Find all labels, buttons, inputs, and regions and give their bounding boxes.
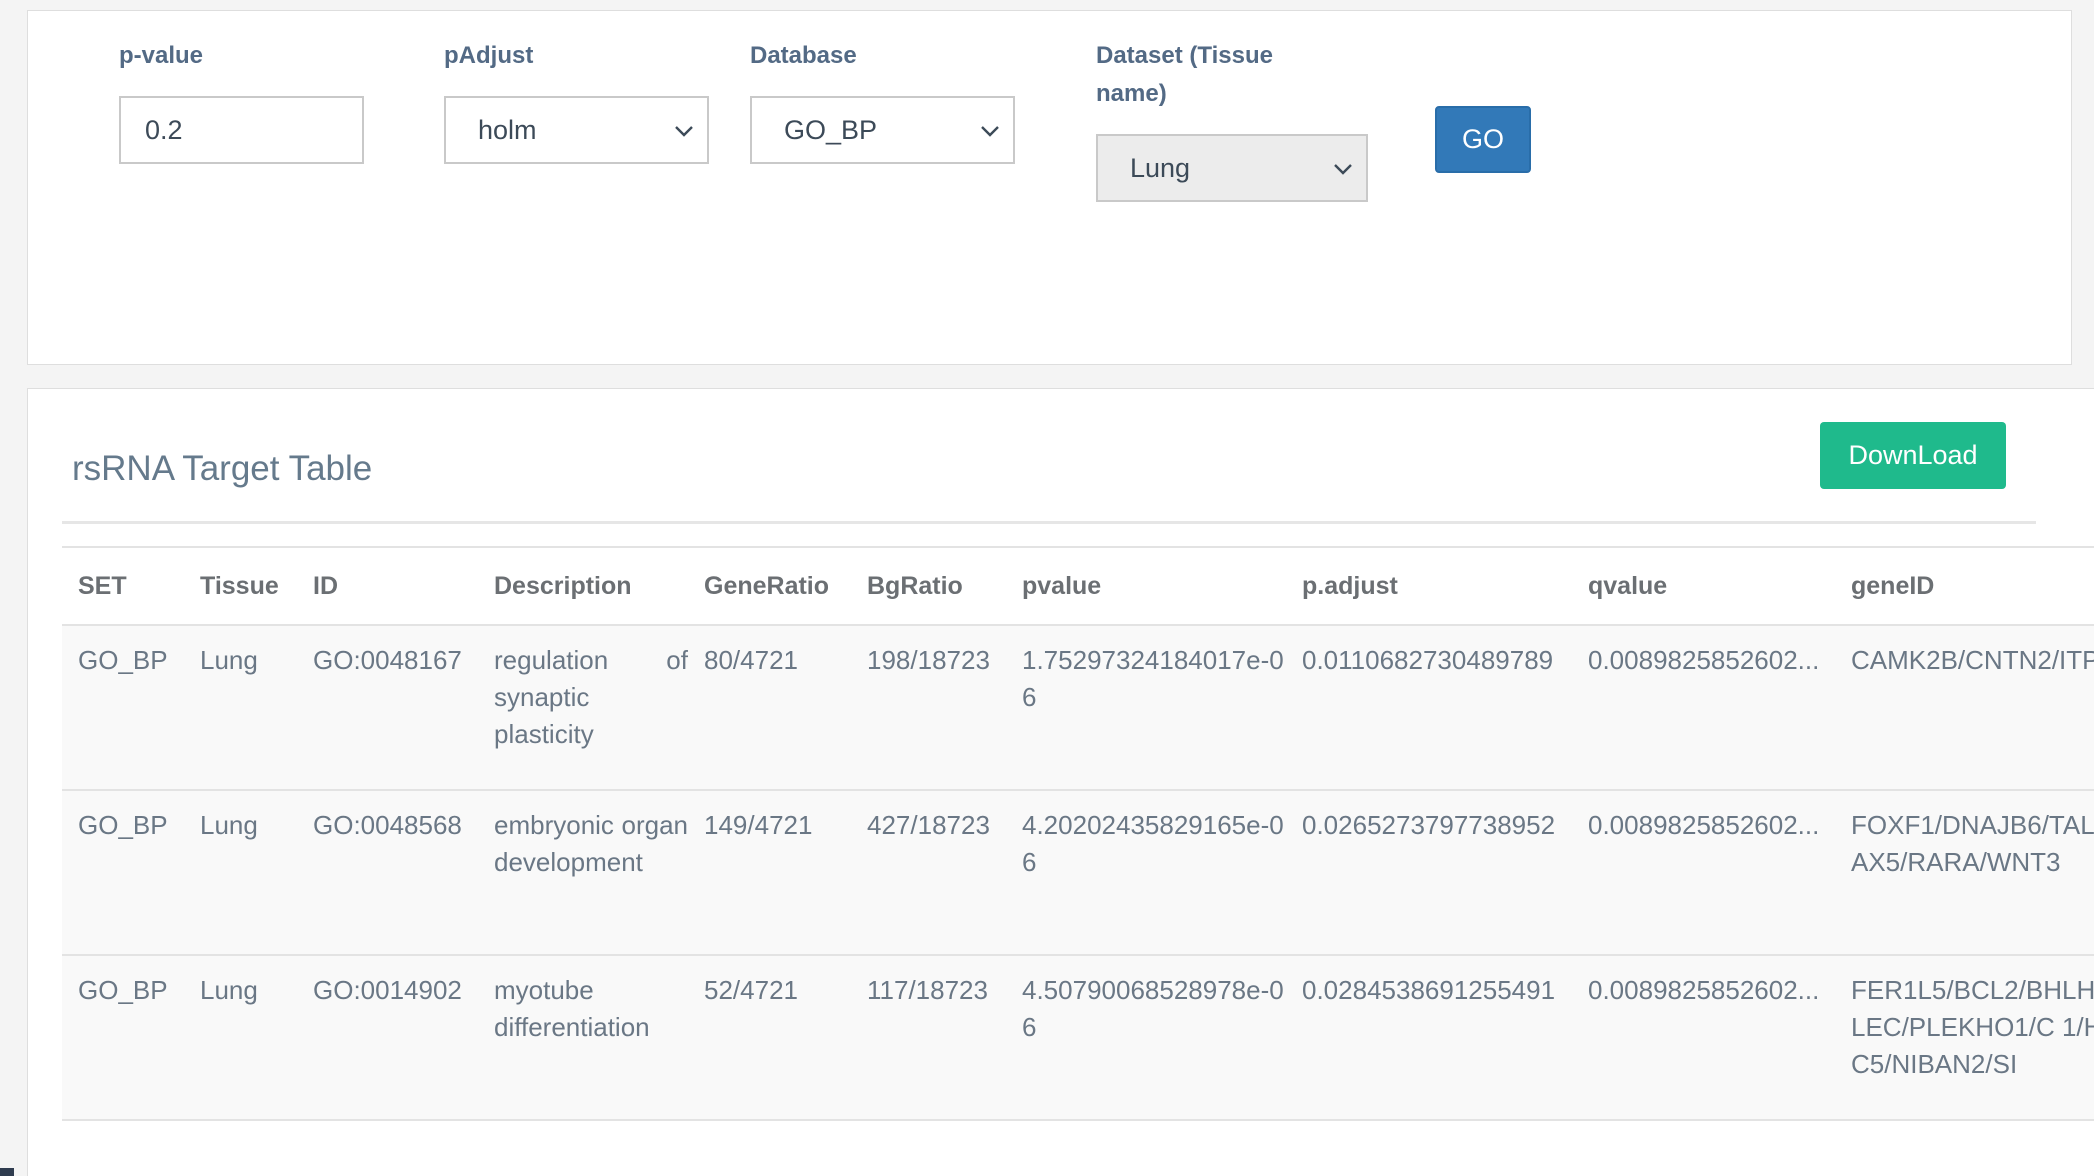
column-header-set[interactable]: SET (62, 547, 184, 625)
dataset-label-line1: Dataset (Tissue (1096, 42, 1273, 69)
cell-bgratio: 117/18723 (867, 975, 988, 1005)
cell-id: GO:0048568 (313, 810, 462, 840)
cell-padjust: 0.0110682730489789 (1302, 645, 1554, 675)
cell-description: regulation of synaptic plasticity (494, 645, 688, 749)
cell-id: GO:0048167 (313, 645, 462, 675)
column-header-tissue[interactable]: Tissue (184, 547, 297, 625)
chevron-down-icon (1334, 164, 1352, 175)
cell-qvalue: 0.0089825852602... (1588, 975, 1820, 1005)
padjust-select[interactable]: holm (444, 96, 709, 164)
results-table-panel: rsRNA Target Table DownLoad SET Tissue I… (27, 388, 2094, 1176)
chevron-down-icon (981, 126, 999, 137)
table-row: GO_BP Lung GO:0048568 embryonic organ de… (62, 790, 2094, 955)
dataset-label-line2: name) (1096, 80, 1167, 107)
page: p-value 0.2 pAdjust holm Database GO_BP … (0, 0, 2094, 1176)
cell-generatio: 80/4721 (704, 645, 798, 675)
pvalue-input[interactable]: 0.2 (119, 96, 364, 164)
database-label: Database (750, 42, 857, 69)
table-row: GO_BP Lung GO:0014902 myotube differenti… (62, 955, 2094, 1120)
cell-tissue: Lung (200, 810, 258, 840)
dataset-label: Dataset (Tissue name) (1096, 37, 1273, 113)
table-header-row: SET Tissue ID Description GeneRatio BgRa… (62, 547, 2094, 625)
cell-description: myotube differentiation (494, 975, 650, 1042)
cell-bgratio: 198/18723 (867, 645, 990, 675)
column-header-qvalue[interactable]: qvalue (1572, 547, 1835, 625)
cell-padjust: 0.0284538691255491 (1302, 975, 1556, 1005)
results-table: SET Tissue ID Description GeneRatio BgRa… (62, 546, 2094, 1121)
database-select[interactable]: GO_BP (750, 96, 1015, 164)
cell-set: GO_BP (78, 975, 168, 1005)
cell-pvalue: 4.20202435829165e-06 (1022, 810, 1284, 877)
go-button[interactable]: GO (1435, 106, 1531, 173)
table-title: rsRNA Target Table (72, 449, 373, 488)
cell-generatio: 149/4721 (704, 810, 813, 840)
cell-description: embryonic organ development (494, 810, 688, 877)
cell-geneid: CAMK2B/CNTN2/ITPR (1851, 645, 2094, 675)
download-button[interactable]: DownLoad (1820, 422, 2006, 489)
title-divider (62, 521, 2036, 524)
cell-qvalue: 0.0089825852602... (1588, 645, 1820, 675)
cell-id: GO:0014902 (313, 975, 462, 1005)
padjust-label: pAdjust (444, 42, 534, 69)
dataset-selected-value: Lung (1130, 153, 1191, 183)
filter-form-panel: p-value 0.2 pAdjust holm Database GO_BP … (27, 10, 2072, 365)
column-header-generatio[interactable]: GeneRatio (688, 547, 851, 625)
left-edge-accent (0, 1168, 14, 1176)
cell-geneid: FOXF1/DNAJB6/TAL 5/PAX5/RARA/WNT3 (1851, 810, 2094, 877)
cell-tissue: Lung (200, 645, 258, 675)
padjust-selected-value: holm (478, 115, 537, 145)
cell-set: GO_BP (78, 645, 168, 675)
cell-pvalue: 1.75297324184017e-06 (1022, 645, 1284, 712)
dataset-select[interactable]: Lung (1096, 134, 1368, 202)
chevron-down-icon (675, 126, 693, 137)
column-header-pvalue[interactable]: pvalue (1006, 547, 1286, 625)
cell-tissue: Lung (200, 975, 258, 1005)
results-table-wrapper: SET Tissue ID Description GeneRatio BgRa… (62, 546, 2094, 1121)
column-header-padjust[interactable]: p.adjust (1286, 547, 1572, 625)
cell-generatio: 52/4721 (704, 975, 798, 1005)
cell-padjust: 0.0265273797738952 (1302, 810, 1556, 840)
column-header-bgratio[interactable]: BgRatio (851, 547, 1006, 625)
table-row: GO_BP Lung GO:0048167 regulation of syna… (62, 625, 2094, 790)
column-header-id[interactable]: ID (297, 547, 478, 625)
database-selected-value: GO_BP (784, 115, 878, 145)
cell-set: GO_BP (78, 810, 168, 840)
cell-qvalue: 0.0089825852602... (1588, 810, 1820, 840)
pvalue-label: p-value (119, 42, 204, 69)
column-header-geneid[interactable]: geneID (1835, 547, 2094, 625)
cell-pvalue: 4.50790068528978e-06 (1022, 975, 1284, 1042)
cell-bgratio: 427/18723 (867, 810, 990, 840)
column-header-description[interactable]: Description (478, 547, 688, 625)
cell-geneid: FER1L5/BCL2/BHLH 5/PLEC/PLEKHO1/C 1/HDAC… (1851, 975, 2094, 1079)
